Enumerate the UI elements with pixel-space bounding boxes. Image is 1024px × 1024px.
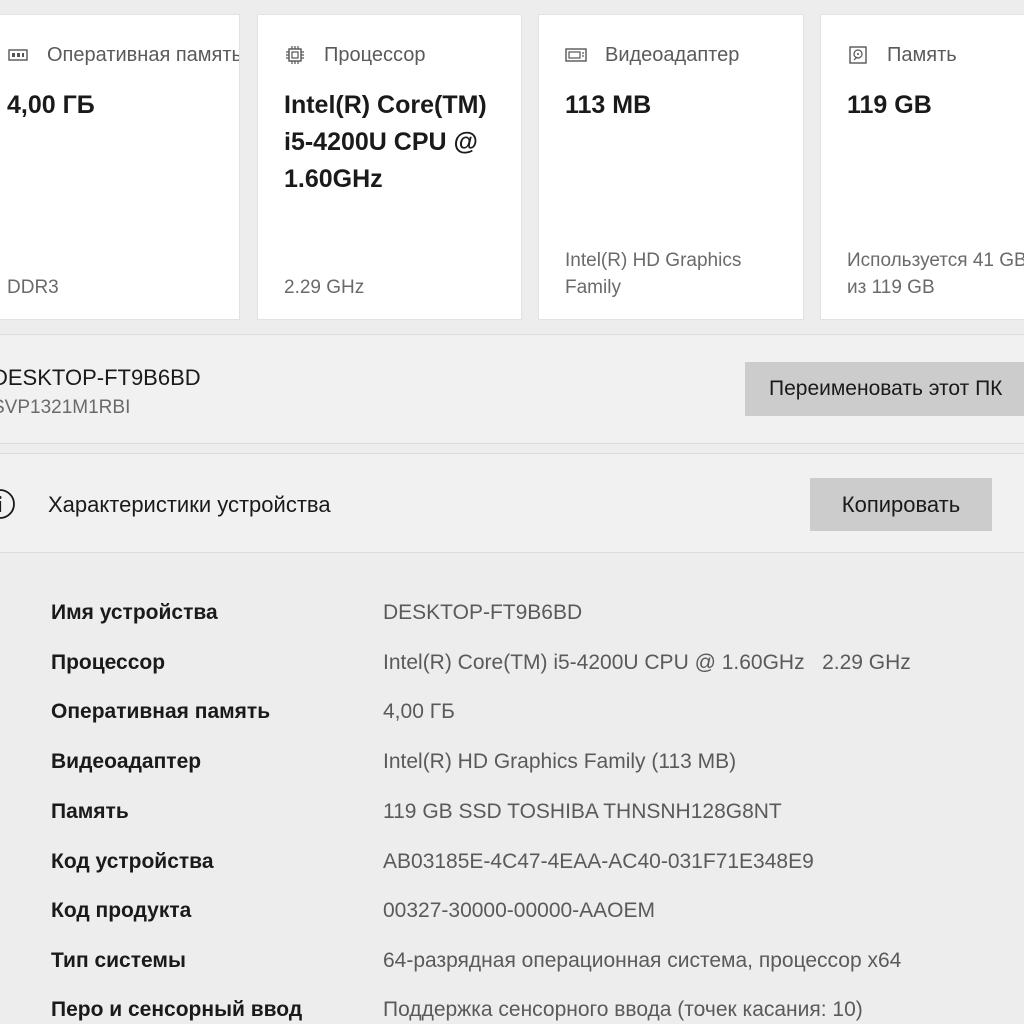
ram-card-value: 4,00 ГБ <box>7 91 95 119</box>
storage-icon <box>847 44 869 66</box>
gpu-card-detail: Intel(R) HD Graphics Family <box>565 250 742 298</box>
gpu-card-title: Видеоадаптер <box>605 43 740 66</box>
display-adapter-icon <box>565 44 587 66</box>
hardware-cards: Оперативная память 4,00 ГБ DDR3 Процессо… <box>0 0 1024 332</box>
spec-row: Память 119 GB SSD TOSHIBA THNSNH128G8NT <box>0 752 1024 823</box>
spec-row: Оперативная память 4,00 ГБ <box>0 652 1024 723</box>
storage-card-detail: Используется 41 GB из 119 GB <box>847 250 1024 298</box>
device-specs-header[interactable]: Характеристики устройства Копировать <box>0 453 1024 553</box>
device-model: SVP1321M1RBI <box>0 397 131 418</box>
storage-card-title: Память <box>887 43 957 66</box>
cpu-card-detail: 2.29 GHz <box>284 277 365 298</box>
storage-card-header: Память <box>847 43 957 67</box>
spec-row: Код продукта 00327-30000-00000-AAOEM <box>0 851 1024 922</box>
ram-card: Оперативная память 4,00 ГБ DDR3 <box>0 14 240 320</box>
spec-row: Видеоадаптер Intel(R) HD Graphics Family… <box>0 702 1024 773</box>
cpu-card-title: Процессор <box>324 43 426 66</box>
spec-row: Перо и сенсорный ввод Поддержка сенсорно… <box>0 950 1024 1021</box>
gpu-card-value: 113 MB <box>565 91 652 119</box>
device-name: DESKTOP-FT9B6BD <box>0 365 201 390</box>
spec-row: Процессор Intel(R) Core(TM) i5-4200U CPU… <box>0 603 1024 674</box>
spec-row: Код устройства AB03185E-4C47-4EAA-AC40-0… <box>0 802 1024 873</box>
spec-row: Тип системы 64-разрядная операционная си… <box>0 901 1024 972</box>
processor-icon <box>284 44 306 66</box>
ram-card-detail: DDR3 <box>7 277 59 298</box>
info-icon <box>0 488 16 520</box>
copy-button[interactable]: Копировать <box>810 478 992 531</box>
spec-label: Перо и сенсорный ввод <box>51 998 303 1021</box>
storage-card-value: 119 GB <box>847 91 932 119</box>
cpu-card: Процессор Intel(R) Core(TM) i5-4200U CPU… <box>257 14 522 320</box>
cpu-card-value: Intel(R) Core(TM) i5-4200U CPU @ 1.60GHz <box>284 91 487 193</box>
storage-card: Память 119 GB Используется 41 GB из 119 … <box>820 14 1024 320</box>
spec-value: Поддержка сенсорного ввода (точек касани… <box>383 998 863 1021</box>
device-name-bar: DESKTOP-FT9B6BD SVP1321M1RBI Переименова… <box>0 334 1024 444</box>
gpu-card: Видеоадаптер 113 MB Intel(R) HD Graphics… <box>538 14 804 320</box>
device-specs-list: Имя устройства DESKTOP-FT9B6BD Процессор… <box>0 553 1024 1024</box>
device-specs-title: Характеристики устройства <box>48 492 331 517</box>
system-info-page: Оперативная память 4,00 ГБ DDR3 Процессо… <box>0 0 1024 1024</box>
cpu-card-header: Процессор <box>284 43 425 67</box>
gpu-card-header: Видеоадаптер <box>565 43 739 67</box>
ram-card-title: Оперативная память <box>47 43 240 66</box>
ram-card-header: Оперативная память <box>7 43 240 67</box>
spec-row: Имя устройства DESKTOP-FT9B6BD <box>0 553 1024 624</box>
rename-pc-button[interactable]: Переименовать этот ПК <box>745 362 1024 416</box>
memory-icon <box>7 44 29 66</box>
